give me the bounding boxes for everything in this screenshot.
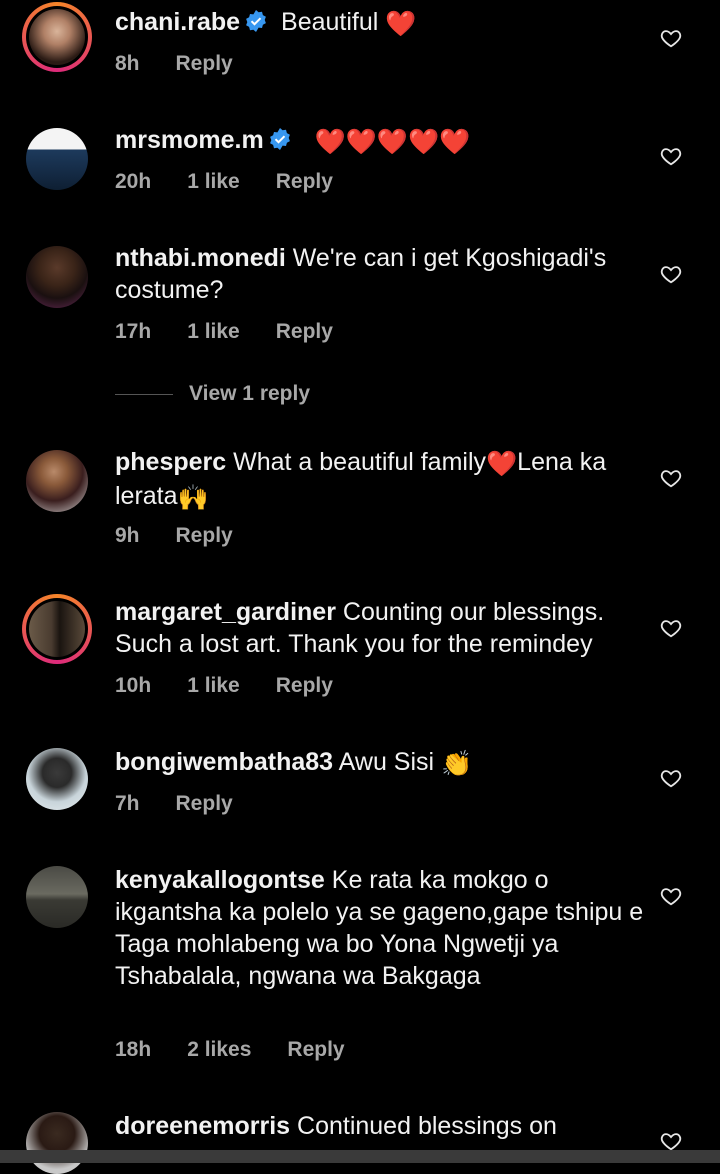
comment-username[interactable]: kenyakallogontse bbox=[115, 866, 325, 894]
like-heart-icon[interactable] bbox=[660, 27, 682, 49]
avatar[interactable] bbox=[26, 128, 88, 190]
avatar[interactable] bbox=[26, 866, 88, 928]
comment-time: 8h bbox=[115, 52, 140, 75]
comment-time: 7h bbox=[115, 792, 140, 815]
like-count[interactable]: 1 like bbox=[187, 674, 240, 698]
avatar[interactable] bbox=[26, 450, 88, 512]
comment-username[interactable]: bongiwembatha83 bbox=[115, 748, 333, 776]
comment-username[interactable]: margaret_gardiner bbox=[115, 598, 336, 626]
like-heart-icon[interactable] bbox=[660, 263, 682, 285]
comment-username[interactable]: phesperc bbox=[115, 448, 226, 476]
comment-username[interactable]: chani.rabe bbox=[115, 8, 240, 36]
comment-time: 17h bbox=[115, 320, 152, 343]
comment-text: Awu Sisi bbox=[338, 748, 435, 776]
reply-button[interactable]: Reply bbox=[276, 170, 333, 194]
comment-time: 9h bbox=[115, 524, 140, 547]
divider bbox=[115, 393, 173, 395]
like-heart-icon[interactable] bbox=[660, 1130, 682, 1152]
emoji: 👏 bbox=[441, 750, 473, 778]
emoji: ❤️ bbox=[385, 10, 417, 38]
comment-time: 20h bbox=[115, 170, 152, 193]
avatar[interactable] bbox=[26, 1112, 88, 1174]
avatar[interactable] bbox=[26, 748, 88, 810]
reply-button[interactable]: Reply bbox=[276, 320, 333, 344]
avatar[interactable] bbox=[22, 594, 92, 664]
comment-time: 18h bbox=[115, 1038, 152, 1061]
like-heart-icon[interactable] bbox=[660, 145, 682, 167]
comment-text: Beautiful bbox=[281, 8, 379, 36]
like-heart-icon[interactable] bbox=[660, 617, 682, 639]
view-replies-button[interactable]: View 1 reply bbox=[115, 382, 310, 406]
like-heart-icon[interactable] bbox=[660, 885, 682, 907]
reply-button[interactable]: Reply bbox=[276, 674, 333, 698]
comment-username[interactable]: mrsmome.m bbox=[115, 126, 264, 154]
like-heart-icon[interactable] bbox=[660, 767, 682, 789]
like-count[interactable]: 1 like bbox=[187, 320, 240, 344]
reply-button[interactable]: Reply bbox=[176, 52, 233, 76]
view-replies-label: View 1 reply bbox=[189, 382, 311, 405]
bottom-bar bbox=[0, 1150, 720, 1163]
emoji: ❤️ bbox=[486, 450, 518, 478]
verified-badge-icon bbox=[246, 10, 266, 32]
emoji: ❤️❤️❤️❤️❤️ bbox=[314, 128, 471, 156]
reply-button[interactable]: Reply bbox=[287, 1038, 344, 1062]
comment-username[interactable]: doreenemorris bbox=[115, 1112, 290, 1140]
verified-badge-icon bbox=[269, 128, 290, 150]
reply-button[interactable]: Reply bbox=[176, 524, 233, 548]
comment-username[interactable]: nthabi.monedi bbox=[115, 244, 286, 272]
comment-time: 10h bbox=[115, 674, 152, 697]
comment-text: Continued blessings on bbox=[297, 1112, 557, 1140]
emoji: 🙌 bbox=[177, 484, 209, 512]
comment-text: What a beautiful family bbox=[233, 448, 487, 476]
reply-button[interactable]: Reply bbox=[176, 792, 233, 816]
like-heart-icon[interactable] bbox=[660, 467, 682, 489]
avatar[interactable] bbox=[26, 246, 88, 308]
avatar[interactable] bbox=[22, 2, 92, 72]
like-count[interactable]: 1 like bbox=[187, 170, 240, 194]
like-count[interactable]: 2 likes bbox=[187, 1038, 251, 1062]
